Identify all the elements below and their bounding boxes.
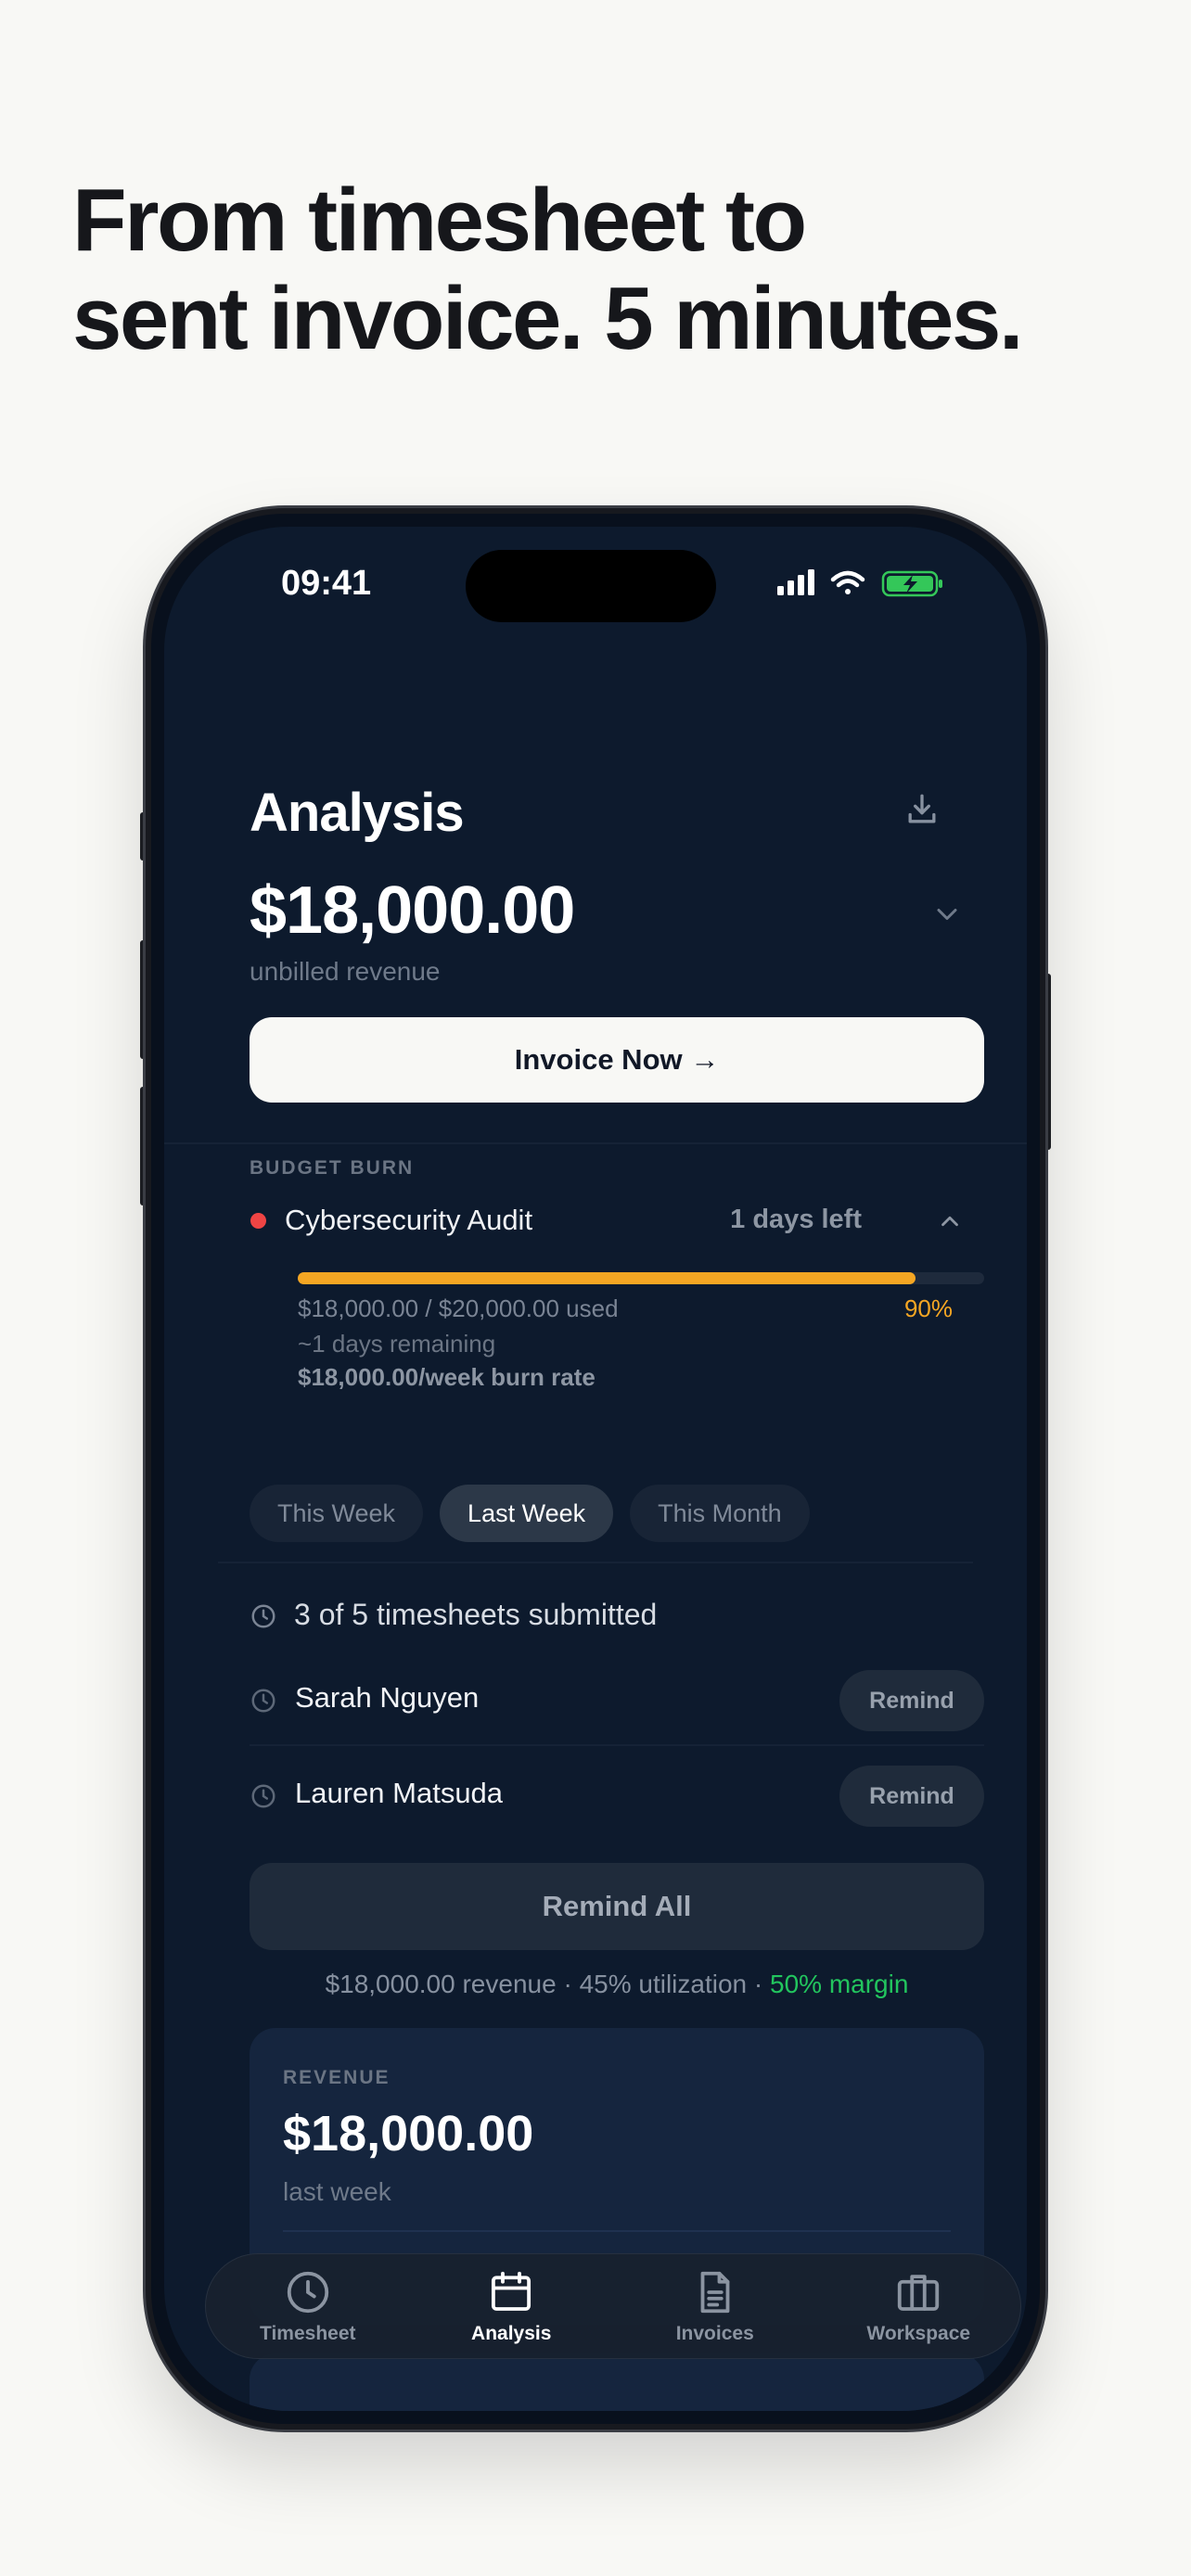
tabbar-item-workspace[interactable]: Workspace [826, 2267, 1011, 2345]
remind-all-button[interactable]: Remind All [250, 1863, 984, 1950]
calendar-icon [492, 2271, 531, 2311]
budget-progress-bar [298, 1272, 984, 1284]
dynamic-island [466, 550, 716, 622]
remind-button[interactable]: Remind [839, 1766, 984, 1827]
tab-this-month[interactable]: This Month [630, 1485, 810, 1542]
status-time: 09:41 [281, 564, 372, 603]
revenue-period: last week [283, 2177, 391, 2206]
clock-icon [251, 1689, 275, 1713]
wifi-icon [830, 570, 865, 594]
days-left: 1 days left [730, 1205, 862, 1234]
next-card [250, 2353, 984, 2411]
headline-line-2: sent invoice. 5 minutes. [72, 269, 1024, 368]
tabbar-item-analysis[interactable]: Analysis [418, 2267, 604, 2345]
period-tabs: This Week Last Week This Month [250, 1485, 810, 1542]
briefcase-icon [898, 2275, 940, 2311]
summary-utilization: 45% utilization [579, 1970, 748, 1998]
budget-progress-fill [298, 1272, 916, 1284]
revenue-label: REVENUE [283, 2067, 391, 2088]
project-name[interactable]: Cybersecurity Audit [285, 1204, 532, 1237]
tab-bar: Timesheet Analysis Invoices Workspace [205, 2253, 1021, 2359]
tabbar-label: Timesheet [260, 2323, 356, 2344]
signal-icon [777, 569, 814, 595]
app-screen: 09:41 Analysis $18,000.00 unbilled reven… [164, 527, 1027, 2411]
budget-burn-label: BUDGET BURN [250, 1157, 415, 1179]
remind-button[interactable]: Remind [839, 1670, 984, 1731]
battery-charging-icon [881, 570, 942, 597]
summary-margin: 50% margin [770, 1970, 909, 1998]
amount-caption: unbilled revenue [250, 957, 441, 986]
headline: From timesheet to sent invoice. 5 minute… [72, 171, 1024, 368]
chevron-down-icon[interactable] [930, 898, 964, 931]
unbilled-amount: $18,000.00 [250, 874, 575, 948]
status-dot [250, 1213, 266, 1229]
screen-title: Analysis [250, 783, 465, 843]
revenue-amount: $18,000.00 [283, 2106, 534, 2162]
clock-icon [251, 1784, 275, 1808]
budget-percent: 90% [903, 1294, 953, 1322]
tabbar-item-timesheet[interactable]: Timesheet [215, 2267, 401, 2345]
summary-revenue: $18,000.00 revenue [325, 1970, 557, 1998]
status-icons [777, 569, 942, 597]
divider [250, 1744, 984, 1746]
revenue-summary-line: $18,000.00 revenue · 45% utilization · 5… [325, 1970, 909, 1998]
headline-line-1: From timesheet to [72, 171, 807, 270]
clock-icon [251, 1604, 275, 1628]
download-icon[interactable] [902, 789, 942, 830]
budget-used: $18,000.00 / $20,000.00 used [298, 1294, 619, 1322]
divider [283, 2230, 951, 2232]
divider [164, 1142, 1027, 1144]
tabbar-label: Invoices [675, 2323, 754, 2344]
tab-last-week[interactable]: Last Week [440, 1485, 614, 1542]
tabbar-label: Analysis [471, 2323, 552, 2344]
burn-rate: $18,000.00/week burn rate [298, 1363, 596, 1391]
phone-frame: 09:41 Analysis $18,000.00 unbilled reven… [146, 508, 1045, 2429]
person-name: Lauren Matsuda [295, 1777, 504, 1809]
clock-icon [287, 2271, 328, 2314]
divider [218, 1562, 973, 1563]
document-icon [700, 2271, 730, 2314]
chevron-up-icon[interactable] [936, 1207, 964, 1235]
timesheets-summary: 3 of 5 timesheets submitted [294, 1598, 658, 1631]
tabbar-item-invoices[interactable]: Invoices [622, 2267, 808, 2345]
days-remaining: ~1 days remaining [298, 1330, 496, 1358]
tabbar-label: Workspace [866, 2323, 971, 2344]
person-name: Sarah Nguyen [295, 1681, 480, 1714]
invoice-now-button[interactable]: Invoice Now → [250, 1017, 984, 1103]
tab-this-week[interactable]: This Week [250, 1485, 424, 1542]
